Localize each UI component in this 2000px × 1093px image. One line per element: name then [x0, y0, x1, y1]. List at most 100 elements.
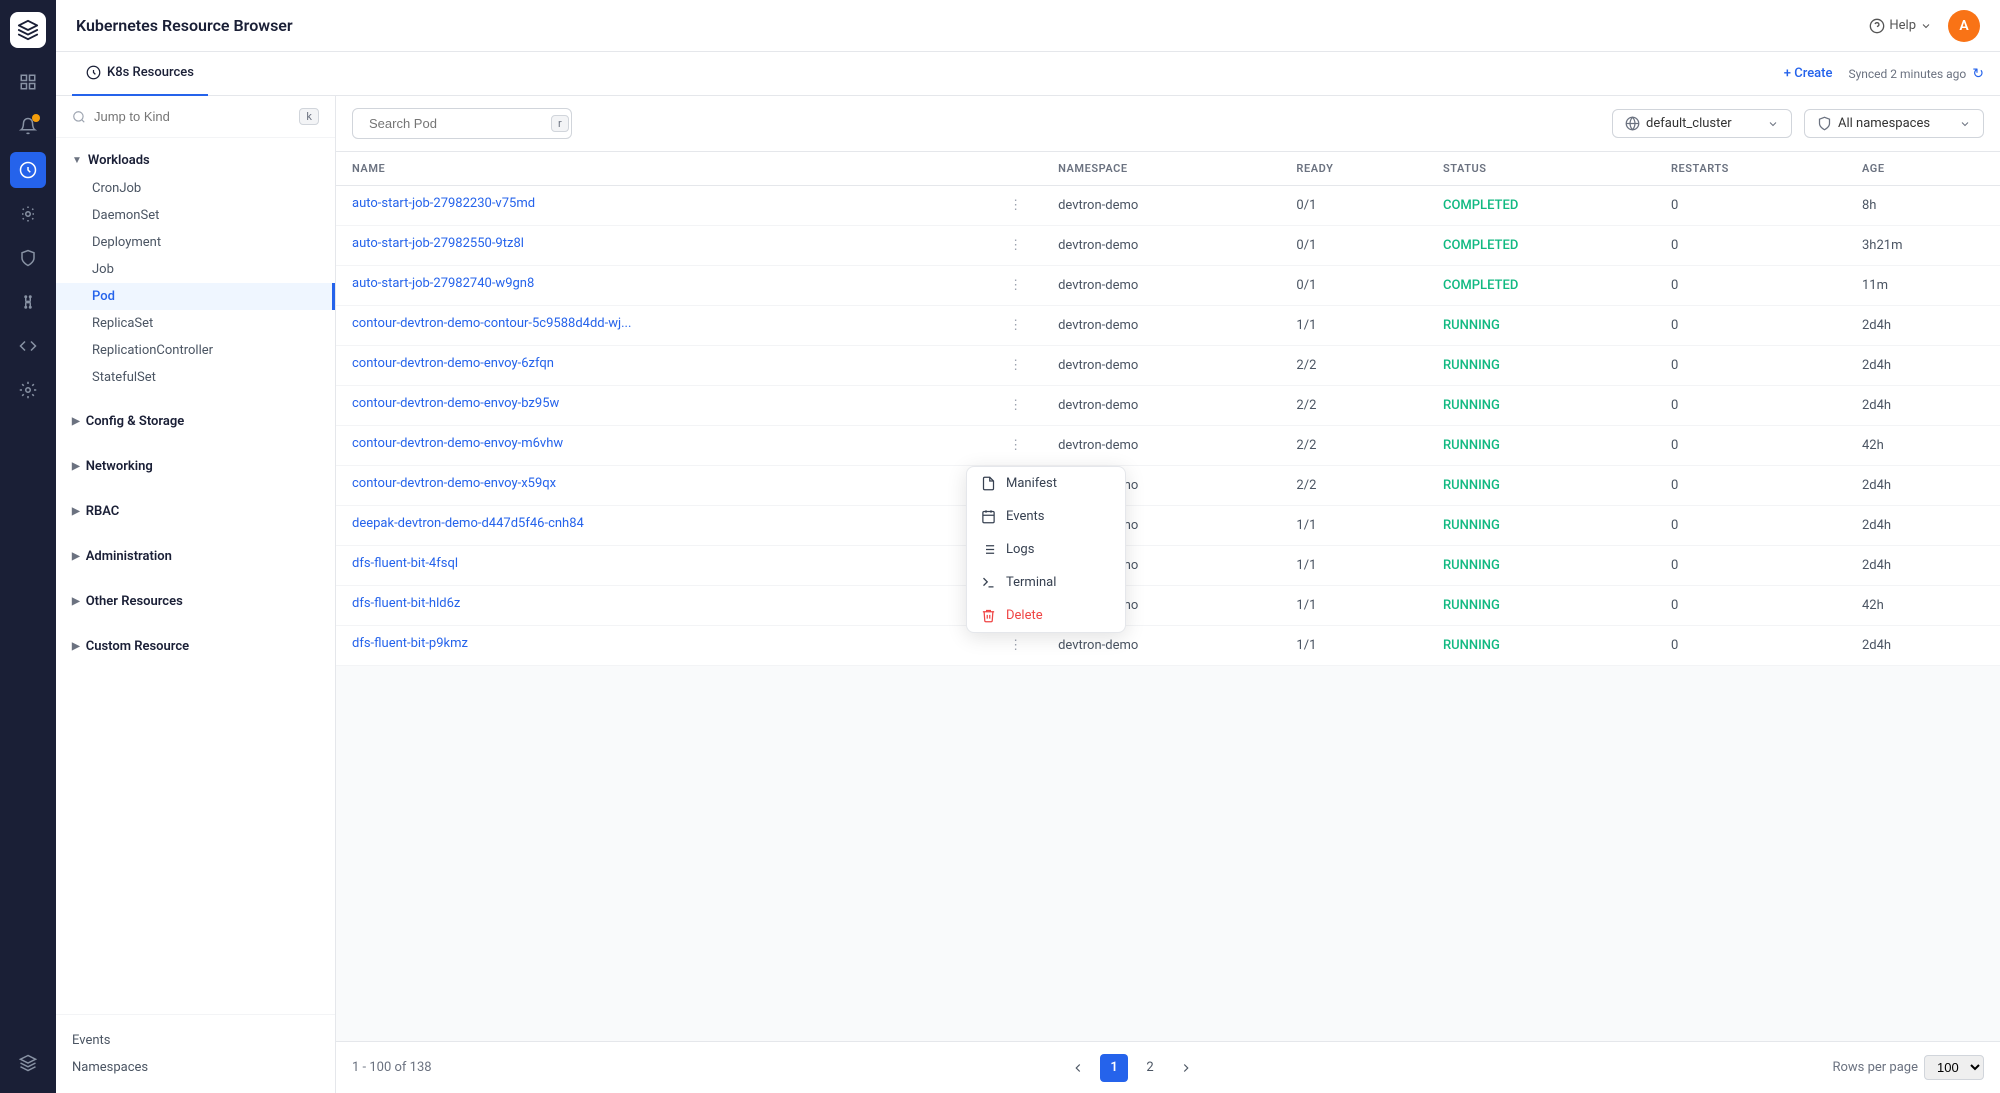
- rows-per-page: Rows per page 100 50 25: [1832, 1055, 1984, 1080]
- table-row: contour-devtron-demo-envoy-6zfqn ⋮ devtr…: [336, 346, 2000, 386]
- search-pod-input[interactable]: [369, 116, 545, 131]
- create-button[interactable]: + Create: [1784, 66, 1833, 81]
- cell-restarts: 0: [1655, 546, 1846, 586]
- namespace-select[interactable]: All namespaces: [1804, 109, 1984, 138]
- nav-group-administration[interactable]: ▶ Administration: [56, 542, 335, 571]
- top-header: Kubernetes Resource Browser Help A: [56, 0, 2000, 52]
- cell-status: RUNNING: [1427, 386, 1655, 426]
- row-menu-btn[interactable]: ⋮: [1005, 236, 1026, 255]
- chevron-workloads: ▼: [72, 155, 82, 166]
- cell-status: RUNNING: [1427, 426, 1655, 466]
- nav-item-events[interactable]: Events: [72, 1027, 319, 1054]
- nav-group-config-storage[interactable]: ▶ Config & Storage: [56, 407, 335, 436]
- nav-item-pod[interactable]: Pod: [56, 283, 335, 310]
- search-shortcut: r: [551, 115, 569, 132]
- cell-age: 2d4h: [1846, 546, 2000, 586]
- cell-restarts: 0: [1655, 466, 1846, 506]
- row-menu-btn[interactable]: ⋮: [1005, 636, 1026, 655]
- refresh-icon[interactable]: ↻: [1972, 66, 1984, 82]
- pagination-page-2[interactable]: 2: [1136, 1054, 1164, 1082]
- resource-link[interactable]: contour-devtron-demo-envoy-m6vhw: [352, 436, 563, 451]
- resource-link[interactable]: auto-start-job-27982740-w9gn8: [352, 276, 534, 291]
- nav-icon-settings[interactable]: [10, 196, 46, 232]
- nav-group-networking[interactable]: ▶ Networking: [56, 452, 335, 481]
- table-row: deepak-devtron-demo-d447d5f46-cnh84 ⋮ de…: [336, 506, 2000, 546]
- nav-item-cronjob[interactable]: CronJob: [56, 175, 335, 202]
- tab-k8s-resources[interactable]: K8s Resources: [72, 52, 208, 96]
- cell-status: COMPLETED: [1427, 186, 1655, 226]
- nav-icon-stack[interactable]: [10, 1045, 46, 1081]
- search-kind-input[interactable]: [94, 109, 291, 124]
- nav-icon-integrations[interactable]: [10, 284, 46, 320]
- context-menu-logs[interactable]: Logs: [967, 533, 1125, 566]
- nav-icon-notification[interactable]: [10, 108, 46, 144]
- cluster-left-part: default_cluster: [1625, 116, 1732, 131]
- row-menu-btn[interactable]: ⋮: [1005, 396, 1026, 415]
- cell-status: RUNNING: [1427, 546, 1655, 586]
- nav-icon-k8s[interactable]: [10, 152, 46, 188]
- resource-link[interactable]: contour-devtron-demo-envoy-bz95w: [352, 396, 559, 411]
- col-ready: READY: [1280, 152, 1427, 186]
- nav-item-statefulset[interactable]: StatefulSet: [56, 364, 335, 391]
- cell-age: 3h21m: [1846, 226, 2000, 266]
- pagination-prev[interactable]: [1064, 1054, 1092, 1082]
- resource-link[interactable]: auto-start-job-27982550-9tz8l: [352, 236, 524, 251]
- nav-group-other-resources[interactable]: ▶ Other Resources: [56, 587, 335, 616]
- resource-link[interactable]: contour-devtron-demo-envoy-6zfqn: [352, 356, 554, 371]
- user-avatar[interactable]: A: [1948, 10, 1980, 42]
- namespace-left-part: All namespaces: [1817, 116, 1930, 131]
- pagination-page-1[interactable]: 1: [1100, 1054, 1128, 1082]
- table-row: contour-devtron-demo-envoy-bz95w ⋮ devtr…: [336, 386, 2000, 426]
- context-menu-terminal[interactable]: Terminal: [967, 566, 1125, 599]
- cell-namespace: devtron-demo: [1042, 266, 1280, 306]
- resource-link[interactable]: dfs-fluent-bit-hld6z: [352, 596, 460, 611]
- nav-icon-security[interactable]: [10, 240, 46, 276]
- nav-icon-grid[interactable]: [10, 64, 46, 100]
- row-menu-btn[interactable]: ⋮: [1005, 276, 1026, 295]
- nav-group-rbac[interactable]: ▶ RBAC: [56, 497, 335, 526]
- nav-section-other-resources: ▶ Other Resources: [56, 579, 335, 624]
- custom-resource-label: Custom Resource: [86, 639, 189, 654]
- rows-per-page-label: Rows per page: [1832, 1060, 1918, 1075]
- rows-per-page-select[interactable]: 100 50 25: [1924, 1055, 1984, 1080]
- context-menu-manifest[interactable]: Manifest: [967, 467, 1125, 500]
- resource-link[interactable]: contour-devtron-demo-envoy-x59qx: [352, 476, 556, 491]
- row-menu-btn[interactable]: ⋮: [1005, 316, 1026, 335]
- nav-group-custom-resource[interactable]: ▶ Custom Resource: [56, 632, 335, 661]
- cluster-icon: [1625, 116, 1640, 131]
- nav-section-config: ▶ Config & Storage: [56, 399, 335, 444]
- table-row: contour-devtron-demo-contour-5c9588d4dd-…: [336, 306, 2000, 346]
- sync-label: Synced 2 minutes ago: [1848, 67, 1966, 81]
- nav-icon-code[interactable]: [10, 328, 46, 364]
- row-menu-btn[interactable]: ⋮: [1005, 356, 1026, 375]
- resource-link[interactable]: auto-start-job-27982230-v75md: [352, 196, 535, 211]
- resource-link[interactable]: contour-devtron-demo-contour-5c9588d4dd-…: [352, 316, 631, 331]
- help-button[interactable]: Help: [1869, 18, 1932, 34]
- cell-ready: 1/1: [1280, 506, 1427, 546]
- nav-item-daemonset[interactable]: DaemonSet: [56, 202, 335, 229]
- nav-icon-global-config[interactable]: [10, 372, 46, 408]
- col-status: STATUS: [1427, 152, 1655, 186]
- nav-item-replicaset[interactable]: ReplicaSet: [56, 310, 335, 337]
- nav-item-replicationcontroller[interactable]: ReplicationController: [56, 337, 335, 364]
- resource-link[interactable]: dfs-fluent-bit-p9kmz: [352, 636, 468, 651]
- context-menu-events[interactable]: Events: [967, 500, 1125, 533]
- table-row: auto-start-job-27982230-v75md ⋮ devtron-…: [336, 186, 2000, 226]
- table-row: dfs-fluent-bit-hld6z ⋮ devtron-demo 1/1 …: [336, 586, 2000, 626]
- chevron-administration: ▶: [72, 551, 80, 562]
- resource-link[interactable]: dfs-fluent-bit-4fsql: [352, 556, 458, 571]
- nav-item-deployment[interactable]: Deployment: [56, 229, 335, 256]
- nav-item-namespaces[interactable]: Namespaces: [72, 1054, 319, 1081]
- cluster-select[interactable]: default_cluster: [1612, 109, 1792, 138]
- context-menu-delete[interactable]: Delete: [967, 599, 1125, 632]
- row-menu-btn[interactable]: ⋮: [1005, 436, 1026, 455]
- cell-status: RUNNING: [1427, 466, 1655, 506]
- resource-link[interactable]: deepak-devtron-demo-d447d5f46-cnh84: [352, 516, 584, 531]
- nav-group-workloads[interactable]: ▼ Workloads: [56, 146, 335, 175]
- cell-ready: 0/1: [1280, 186, 1427, 226]
- col-namespace: NAMESPACE: [1042, 152, 1280, 186]
- row-menu-btn[interactable]: ⋮: [1005, 196, 1026, 215]
- nav-item-job[interactable]: Job: [56, 256, 335, 283]
- file-icon: [981, 476, 996, 491]
- pagination-next[interactable]: [1172, 1054, 1200, 1082]
